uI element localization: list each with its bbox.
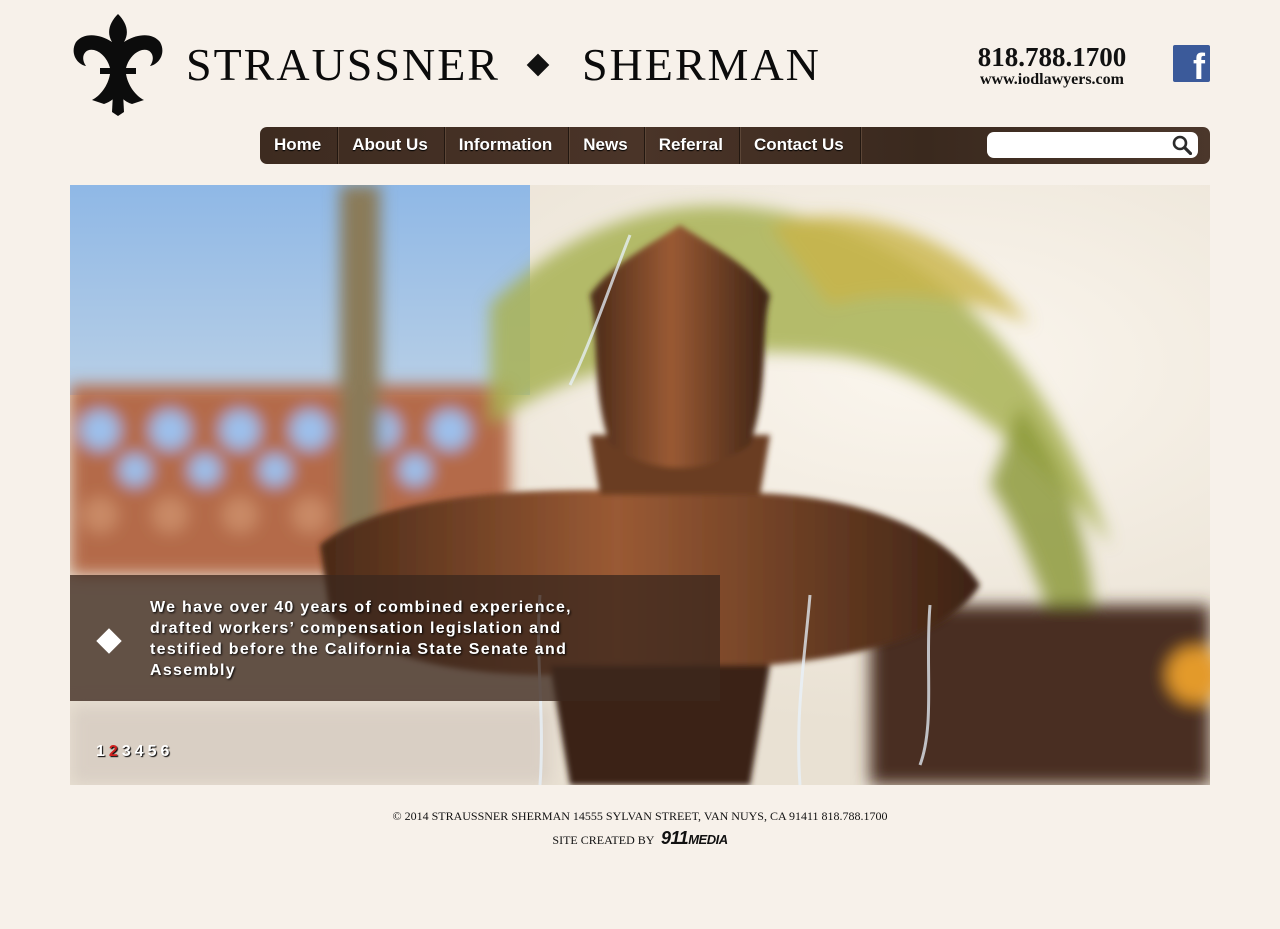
slide-number-6[interactable]: 6 <box>161 743 170 761</box>
search-box <box>987 132 1198 158</box>
firm-name-right: SHERMAN <box>581 39 821 90</box>
911media-logo[interactable]: 911MEDIA <box>661 828 728 848</box>
nav-item-news[interactable]: News <box>569 127 645 164</box>
slide-number-3[interactable]: 3 <box>122 743 131 761</box>
footer-credit: SITE CREATED BY 911MEDIA <box>0 826 1280 852</box>
nav-item-information[interactable]: Information <box>445 127 570 164</box>
search-input[interactable] <box>995 135 1169 157</box>
diamond-separator-icon <box>526 54 550 77</box>
contact-block: 818.788.1700 www.iodlawyers.com <box>968 42 1136 88</box>
main-navigation: Home About Us Information News Referral … <box>260 127 1210 164</box>
facebook-letter: f <box>1193 46 1205 87</box>
nav-item-home[interactable]: Home <box>260 127 339 164</box>
firm-name: STRAUSSNER SHERMAN <box>186 40 821 90</box>
nav-item-referral[interactable]: Referral <box>645 127 740 164</box>
hero-caption-text: We have over 40 years of combined experi… <box>150 599 572 679</box>
nav-item-about-us[interactable]: About Us <box>338 127 445 164</box>
nav-menu: Home About Us Information News Referral … <box>260 127 861 164</box>
911media-word: MEDIA <box>688 832 728 847</box>
slide-number-1[interactable]: 1 <box>96 743 105 761</box>
slide-number-4[interactable]: 4 <box>135 743 144 761</box>
hero-caption: We have over 40 years of combined experi… <box>70 575 720 701</box>
diamond-bullet-icon <box>96 628 122 654</box>
slide-number-2[interactable]: 2 <box>109 743 118 761</box>
footer-copyright: © 2014 STRAUSSNER SHERMAN 14555 SYLVAN S… <box>392 809 888 823</box>
phone-number[interactable]: 818.788.1700 <box>968 42 1136 72</box>
slide-number-5[interactable]: 5 <box>148 743 157 761</box>
search-icon[interactable] <box>1172 135 1192 155</box>
facebook-icon[interactable]: f <box>1173 45 1210 87</box>
911media-number: 911 <box>660 828 689 848</box>
hero-slideshow[interactable]: We have over 40 years of combined experi… <box>70 185 1210 785</box>
firm-logo[interactable]: STRAUSSNER SHERMAN <box>70 12 819 118</box>
fleur-de-lis-icon <box>73 14 163 116</box>
website-url: www.iodlawyers.com <box>980 71 1124 88</box>
footer-credit-label: SITE CREATED BY <box>552 833 654 847</box>
site-footer: © 2014 STRAUSSNER SHERMAN 14555 SYLVAN S… <box>0 808 1280 852</box>
firm-name-left: STRAUSSNER <box>186 39 500 90</box>
slide-pager: 1 2 3 4 5 6 <box>96 743 169 761</box>
nav-item-contact-us[interactable]: Contact Us <box>740 127 861 164</box>
